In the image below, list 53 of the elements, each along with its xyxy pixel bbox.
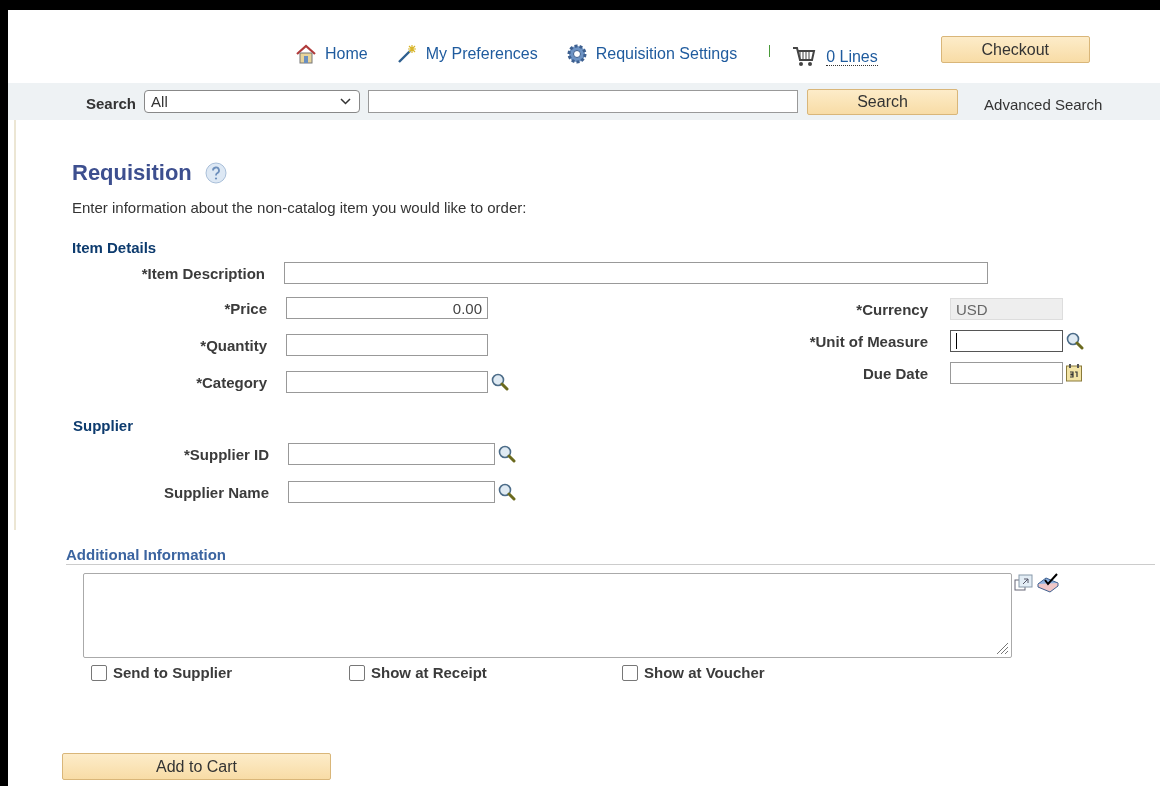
input-field[interactable]: 0.00 [286, 297, 488, 319]
page-title: Requisition [72, 160, 192, 186]
field-label: *Supplier ID [183, 445, 269, 463]
advanced-search-link[interactable]: Advanced Search [984, 96, 1103, 113]
section-heading: Additional Information [66, 546, 1155, 565]
input-field[interactable] [288, 481, 495, 503]
nav-link[interactable]: Requisition Settings [565, 42, 738, 65]
search-button[interactable]: Search [807, 88, 959, 115]
house-icon [295, 43, 317, 64]
search-icon[interactable] [490, 373, 510, 391]
cart-lines-link[interactable]: 0 Lines [826, 47, 878, 66]
checkbox-label: Show at Voucher [644, 664, 765, 681]
field-label: *Category [195, 373, 267, 391]
search-label: Search [86, 95, 137, 112]
checkout-button[interactable]: Checkout [940, 36, 1090, 63]
text-area[interactable] [83, 573, 1012, 658]
field-label: Due Date [861, 364, 928, 382]
checkbox[interactable] [349, 664, 365, 681]
field-label: *Price [223, 299, 267, 317]
spellcheck-icon[interactable] [1036, 573, 1060, 593]
search-field[interactable] [368, 90, 799, 113]
checkbox[interactable] [622, 664, 638, 681]
search-icon[interactable] [497, 445, 517, 463]
cart-icon[interactable] [792, 45, 817, 68]
field-label: *Currency [855, 300, 928, 318]
checkbox-label: Send to Supplier [113, 664, 233, 681]
calendar-icon[interactable] [1065, 363, 1083, 383]
nav-link[interactable]: My Preferences [395, 43, 538, 64]
input-field[interactable] [286, 371, 488, 393]
field-label: *Unit of Measure [808, 332, 928, 350]
date-field[interactable] [950, 362, 1063, 384]
field-label: Supplier Name [162, 483, 269, 501]
input-field[interactable] [286, 334, 488, 356]
field-label: *Item Description [140, 264, 265, 282]
resize-grip-icon[interactable] [995, 641, 1009, 655]
input-field[interactable] [950, 330, 1063, 352]
search-icon[interactable] [1065, 332, 1085, 350]
scope-dropdown[interactable]: All [144, 90, 361, 113]
section-heading: Item Details [72, 239, 158, 256]
field-label: *Quantity [199, 336, 267, 354]
readonly-field: USD [950, 298, 1063, 320]
gear-icon [565, 42, 588, 65]
search-icon[interactable] [497, 483, 517, 501]
add-to-cart-button[interactable]: Add to Cart [62, 753, 331, 780]
nav-link[interactable]: Home [295, 43, 368, 64]
section-heading: Supplier [73, 417, 134, 434]
input-field[interactable] [284, 262, 988, 284]
checkbox[interactable] [91, 664, 107, 681]
input-field[interactable] [288, 443, 495, 465]
chevron-down-icon [340, 98, 352, 105]
checkbox-label: Show at Receipt [371, 664, 487, 681]
instruction-text: Enter information about the non-catalog item you would like to order: [72, 199, 528, 216]
help-icon[interactable] [203, 161, 228, 185]
